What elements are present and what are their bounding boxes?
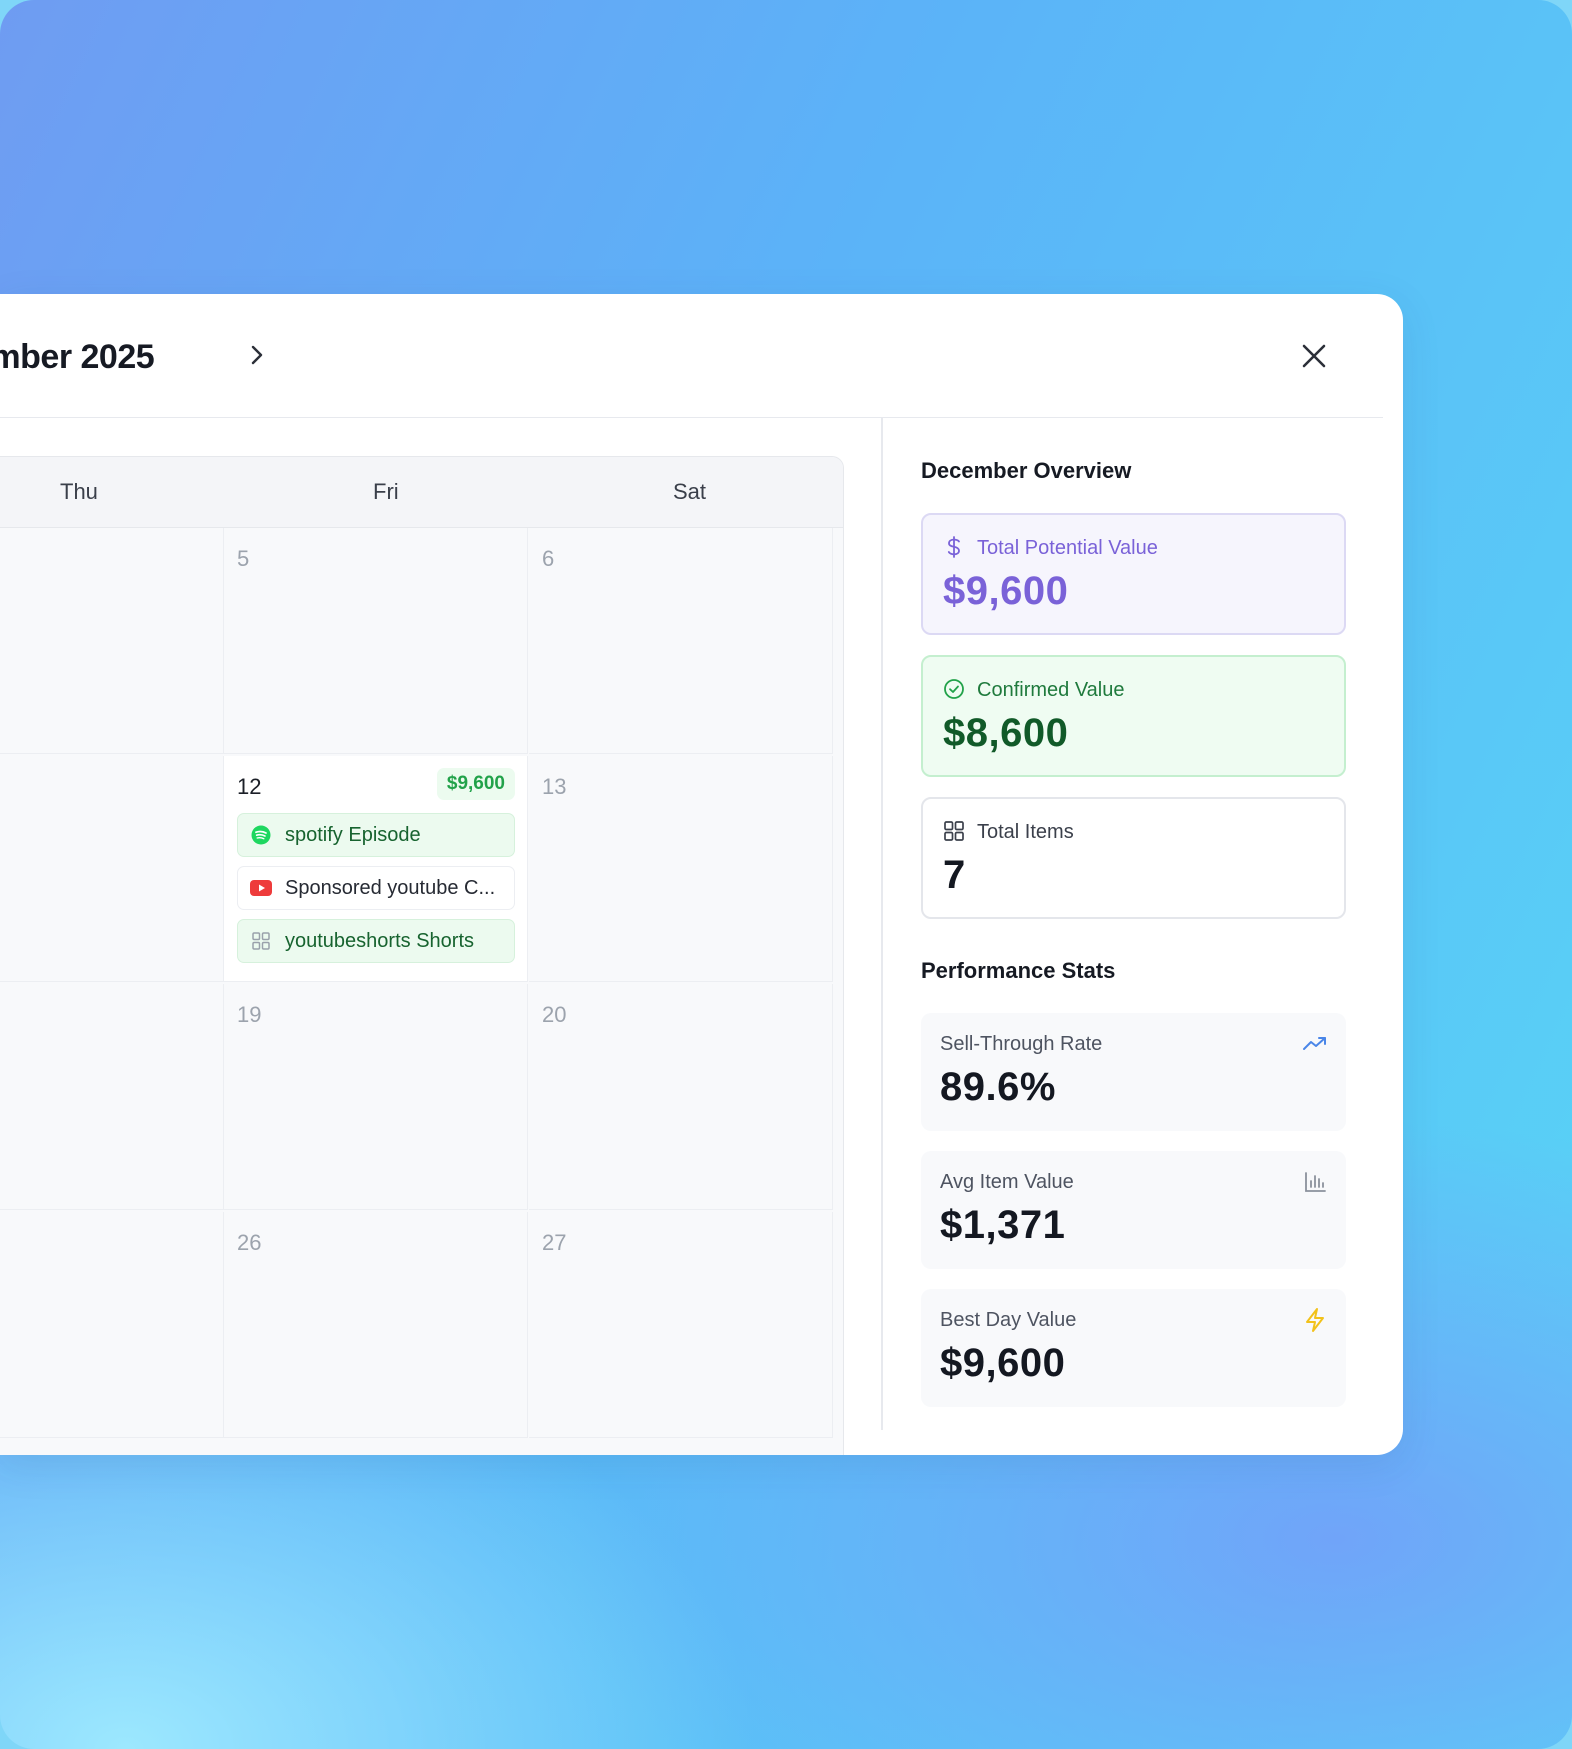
calendar-grid: Thu Fri Sat 5 6 12 $9,600 spotify Episod… <box>0 456 844 1455</box>
day-number: 12 <box>237 774 262 799</box>
stat-value: 89.6% <box>940 1065 1056 1109</box>
calendar-cell-sat[interactable]: 27 <box>529 1212 833 1438</box>
card-label: Total Potential Value <box>977 537 1158 559</box>
lightning-icon <box>1302 1307 1328 1333</box>
event-label: Sponsored youtube C... <box>285 876 496 899</box>
day-number: 26 <box>237 1230 262 1255</box>
calendar-cell-fri[interactable]: 19 <box>224 984 528 1210</box>
day-number: 20 <box>542 1002 567 1027</box>
card-label: Confirmed Value <box>977 679 1125 701</box>
spotify-icon <box>250 824 272 846</box>
close-button[interactable] <box>1296 338 1332 374</box>
stat-value: $1,371 <box>940 1203 1066 1247</box>
calendar-cell[interactable] <box>0 528 224 754</box>
event-item-youtube[interactable]: Sponsored youtube C... <box>237 866 515 910</box>
next-month-button[interactable] <box>240 338 274 372</box>
chevron-right-icon <box>251 345 263 365</box>
calendar-cell-active[interactable]: 12 $9,600 spotify Episode Sponsored yout… <box>224 756 528 982</box>
grid-icon <box>943 820 965 842</box>
check-circle-icon <box>943 678 965 700</box>
weekday-sat: Sat <box>673 479 707 504</box>
card-value: $9,600 <box>943 569 1069 613</box>
card-value: $8,600 <box>943 711 1069 755</box>
day-total-badge: $9,600 <box>436 768 515 800</box>
calendar-cell-fri[interactable]: 26 <box>224 1212 528 1438</box>
performance-title: Performance Stats <box>921 958 1116 983</box>
overview-title: December Overview <box>921 458 1132 483</box>
calendar-cell-fri[interactable]: 5 <box>224 528 528 754</box>
event-label: spotify Episode <box>285 823 421 846</box>
day-number: 5 <box>237 546 250 571</box>
day-number: 19 <box>237 1002 262 1027</box>
weekday-thu: Thu <box>60 479 98 504</box>
event-item-spotify[interactable]: spotify Episode <box>237 813 515 857</box>
total-potential-value-card: Total Potential Value $9,600 <box>921 513 1346 635</box>
trending-up-icon <box>1302 1031 1328 1057</box>
grid-icon <box>250 930 272 952</box>
youtube-icon <box>250 877 272 899</box>
stat-label: Best Day Value <box>940 1309 1077 1331</box>
calendar-cell[interactable] <box>0 756 224 982</box>
calendar-header-row: Thu Fri Sat <box>0 457 843 528</box>
avg-item-value-stat: Avg Item Value $1,371 <box>921 1151 1346 1269</box>
calendar-modal: ember 2025 Thu Fri Sat 5 6 <box>0 294 1403 1455</box>
close-icon <box>1302 344 1326 368</box>
card-value: 7 <box>943 853 966 897</box>
calendar-cell-sat[interactable]: 6 <box>529 528 833 754</box>
modal-header: ember 2025 <box>0 294 1383 418</box>
card-label: Total Items <box>977 821 1074 843</box>
sell-through-rate-stat: Sell-Through Rate 89.6% <box>921 1013 1346 1131</box>
best-day-value-stat: Best Day Value $9,600 <box>921 1289 1346 1407</box>
weekday-fri: Fri <box>373 479 399 504</box>
total-items-card: Total Items 7 <box>921 797 1346 919</box>
day-number: 27 <box>542 1230 567 1255</box>
stat-label: Sell-Through Rate <box>940 1033 1103 1055</box>
calendar-cell[interactable] <box>0 1212 224 1438</box>
event-label: youtubeshorts Shorts <box>285 929 474 952</box>
stat-value: $9,600 <box>940 1341 1066 1385</box>
calendar-cell-sat[interactable]: 20 <box>529 984 833 1210</box>
calendar-cell-sat[interactable]: 13 <box>529 756 833 982</box>
calendar-cell[interactable] <box>0 984 224 1210</box>
day-number: 13 <box>542 774 567 799</box>
bar-chart-icon <box>1302 1169 1328 1195</box>
month-title: ember 2025 <box>0 338 155 376</box>
dollar-icon <box>943 536 965 558</box>
day-number: 6 <box>542 546 555 571</box>
confirmed-value-card: Confirmed Value $8,600 <box>921 655 1346 777</box>
panel-divider <box>881 418 883 1430</box>
stat-label: Avg Item Value <box>940 1171 1074 1193</box>
event-item-youtubeshorts[interactable]: youtubeshorts Shorts <box>237 919 515 963</box>
